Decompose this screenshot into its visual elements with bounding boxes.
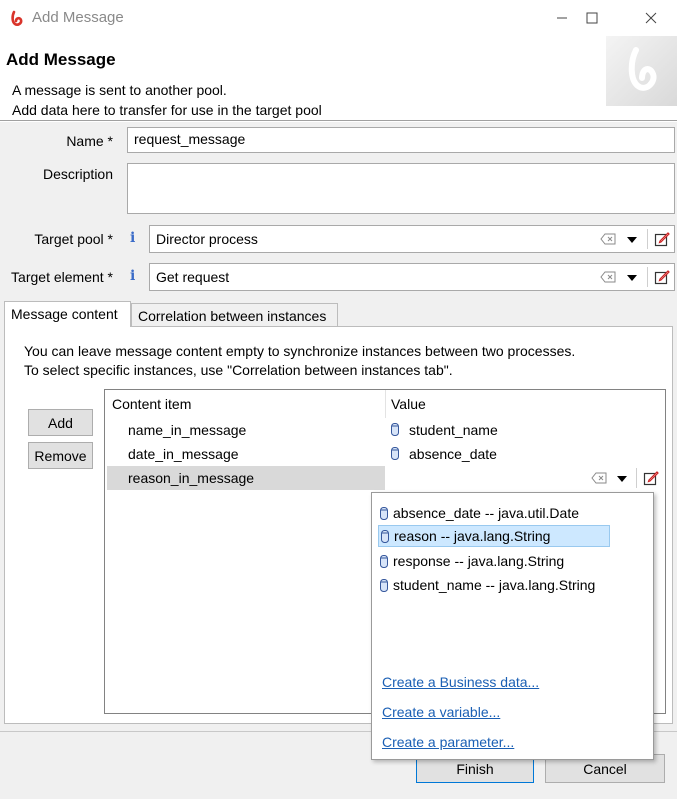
target-element-value: Get request: [156, 269, 230, 285]
table-row[interactable]: name_in_message student_name: [105, 418, 665, 442]
bonita-logo-icon: [11, 10, 23, 26]
create-variable-link[interactable]: Create a variable...: [382, 704, 500, 720]
chevron-down-icon[interactable]: [627, 237, 637, 243]
name-label: Name *: [66, 133, 113, 149]
column-header-content-item[interactable]: Content item: [112, 396, 191, 412]
content-item-cell: date_in_message: [128, 446, 239, 462]
create-business-data-link[interactable]: Create a Business data...: [382, 674, 539, 690]
dropdown-option-label: reason -- java.lang.String: [394, 528, 551, 544]
dialog-description-line2: Add data here to transfer for use in the…: [12, 102, 322, 118]
close-button[interactable]: [628, 0, 674, 36]
combo-separator: [647, 229, 648, 249]
data-icon: [391, 423, 399, 436]
dropdown-option-label: absence_date -- java.util.Date: [393, 505, 579, 521]
dialog-description-line1: A message is sent to another pool.: [12, 82, 227, 98]
dialog-header: Add Message A message is sent to another…: [0, 36, 677, 121]
create-parameter-link[interactable]: Create a parameter...: [382, 734, 514, 750]
target-pool-combo[interactable]: Director process: [149, 225, 675, 253]
target-element-label: Target element *: [11, 269, 113, 285]
clear-icon[interactable]: [591, 472, 607, 484]
data-icon: [380, 578, 388, 592]
window-titlebar: Add Message: [0, 0, 677, 36]
window-title: Add Message: [32, 9, 124, 26]
dropdown-option-label: student_name -- java.lang.String: [393, 577, 596, 593]
info-icon[interactable]: i: [130, 268, 135, 284]
name-input[interactable]: request_message: [127, 127, 675, 153]
value-cell: student_name: [409, 422, 498, 438]
header-logo: [606, 36, 677, 106]
combo-separator: [636, 468, 637, 488]
info-icon[interactable]: i: [130, 230, 135, 246]
dialog-title: Add Message: [6, 50, 116, 69]
chevron-down-icon[interactable]: [627, 275, 637, 281]
dropdown-option[interactable]: response -- java.lang.String: [378, 550, 564, 572]
content-item-cell: reason_in_message: [128, 470, 255, 486]
add-button[interactable]: Add: [28, 409, 93, 436]
chevron-down-icon[interactable]: [617, 476, 627, 482]
dropdown-option-selected[interactable]: reason -- java.lang.String: [378, 525, 610, 547]
data-icon: [391, 447, 399, 460]
dropdown-option[interactable]: absence_date -- java.util.Date: [378, 502, 579, 524]
combo-separator: [647, 267, 648, 287]
hint-line1: You can leave message content empty to s…: [24, 343, 576, 359]
column-separator: [385, 390, 386, 418]
clear-icon[interactable]: [600, 271, 616, 283]
hint-line2: To select specific instances, use "Corre…: [24, 362, 453, 378]
bonita-logo-icon: [628, 47, 657, 91]
description-input[interactable]: [127, 163, 675, 214]
data-icon: [381, 529, 389, 543]
minimize-icon: [557, 17, 567, 19]
maximize-button[interactable]: [569, 0, 615, 36]
target-element-combo[interactable]: Get request: [149, 263, 675, 291]
edit-icon[interactable]: [654, 231, 670, 247]
target-pool-value: Director process: [156, 231, 258, 247]
tab-message-content[interactable]: Message content: [4, 301, 131, 327]
content-item-cell: name_in_message: [128, 422, 247, 438]
table-row[interactable]: reason_in_message: [105, 466, 665, 490]
description-label: Description: [42, 166, 113, 182]
target-pool-label: Target pool *: [34, 231, 113, 247]
clear-icon[interactable]: [600, 233, 616, 245]
dropdown-option[interactable]: student_name -- java.lang.String: [378, 574, 595, 596]
edit-icon[interactable]: [654, 269, 670, 285]
table-row[interactable]: date_in_message absence_date: [105, 442, 665, 466]
close-icon: [645, 12, 657, 24]
value-cell: absence_date: [409, 446, 497, 462]
data-icon: [380, 554, 388, 568]
data-icon: [380, 506, 388, 520]
maximize-icon: [586, 12, 598, 24]
value-dropdown[interactable]: absence_date -- java.util.Date reason --…: [371, 492, 654, 760]
column-header-value[interactable]: Value: [391, 396, 426, 412]
remove-button[interactable]: Remove: [28, 442, 93, 469]
dropdown-option-label: response -- java.lang.String: [393, 553, 565, 569]
tab-correlation-between-instances[interactable]: Correlation between instances: [131, 303, 338, 327]
edit-icon[interactable]: [643, 470, 659, 486]
